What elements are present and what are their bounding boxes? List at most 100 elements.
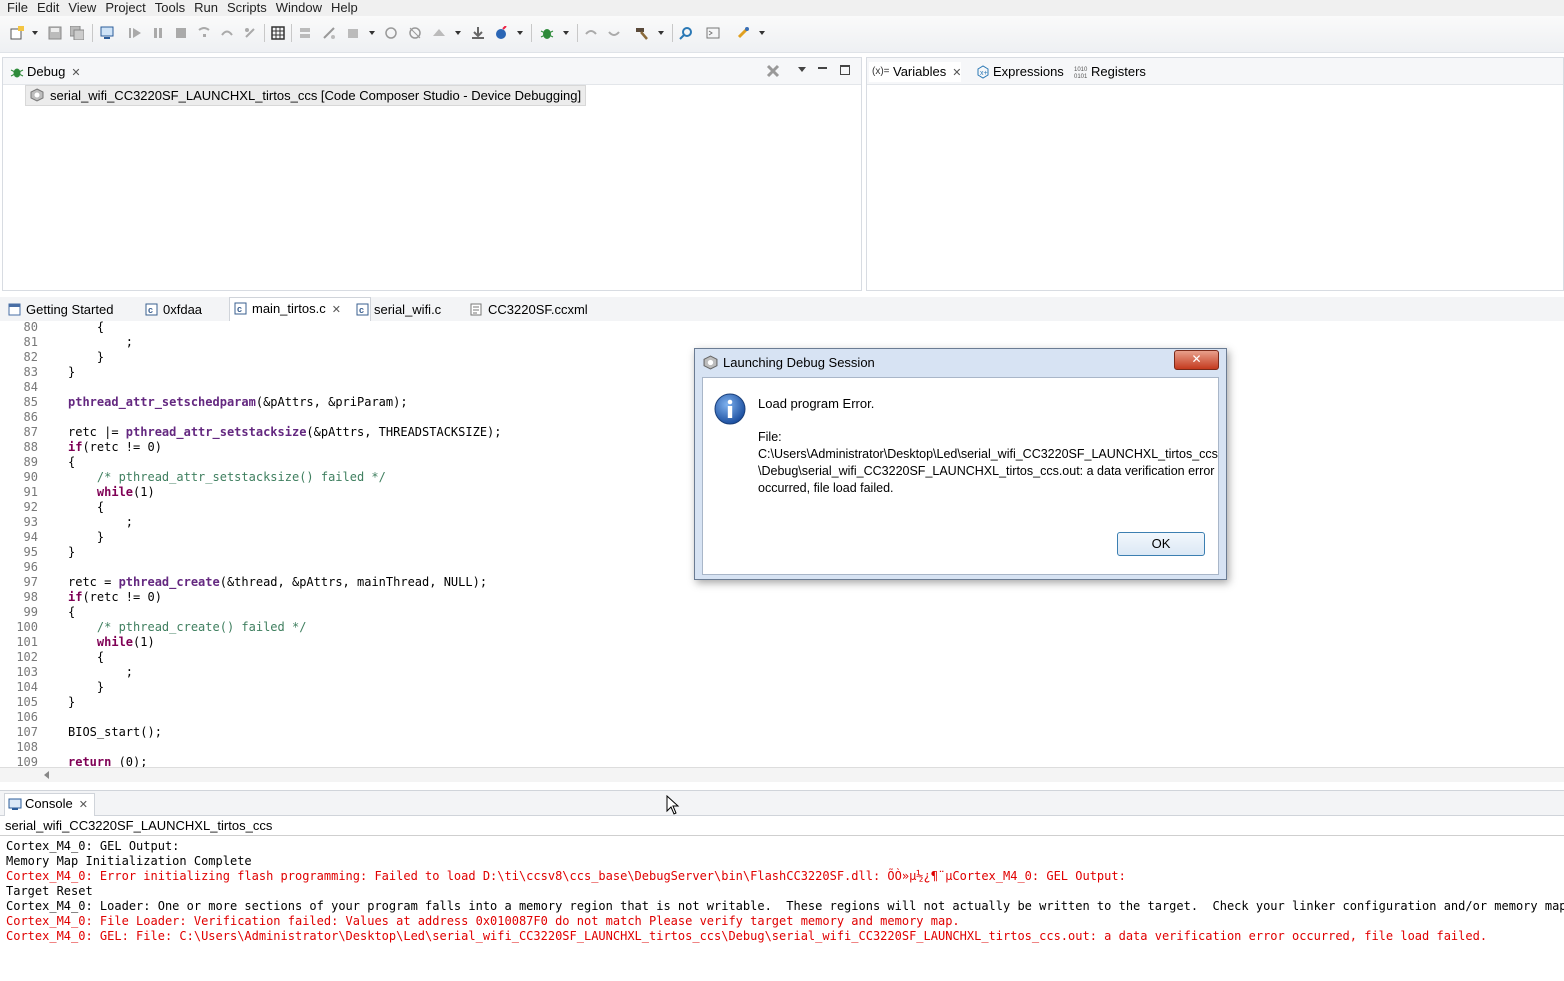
save-icon[interactable] <box>48 26 62 40</box>
code-line[interactable]: /* pthread_create() failed */ <box>68 620 307 635</box>
tab-variables[interactable]: (x)= Variables ✕ <box>869 62 962 83</box>
menu-window[interactable]: Window <box>272 0 326 16</box>
code-line[interactable]: if(retc != 0) <box>68 590 162 605</box>
step-asm-over-icon[interactable] <box>607 26 621 40</box>
tab-expressions[interactable]: x+ Expressions <box>973 62 1064 82</box>
menu-view[interactable]: View <box>64 0 100 16</box>
step-asm-into-icon[interactable] <box>584 26 598 40</box>
view-menu-icon[interactable] <box>798 67 806 72</box>
asm-step-icon[interactable] <box>298 26 312 40</box>
step-over-icon[interactable] <box>220 26 234 40</box>
code-line[interactable]: ; <box>68 335 133 350</box>
c-file-icon: c <box>234 302 247 315</box>
code-line[interactable]: } <box>68 695 75 710</box>
debug-view-icon[interactable] <box>100 26 114 40</box>
code-line[interactable]: { <box>68 605 75 620</box>
new-icon[interactable] <box>10 26 24 40</box>
ok-button[interactable]: OK <box>1117 532 1205 556</box>
menu-project[interactable]: Project <box>101 0 149 16</box>
minimize-icon[interactable] <box>818 67 827 69</box>
dialog-close-button[interactable]: ✕ <box>1174 350 1219 370</box>
step-into-icon[interactable] <box>197 26 211 40</box>
profile-dropdown-icon[interactable] <box>455 31 461 35</box>
maximize-icon[interactable] <box>840 65 850 75</box>
remove-all-terminated-icon[interactable] <box>765 63 781 79</box>
breakpoint-icon[interactable] <box>384 26 398 40</box>
build-hammer-icon[interactable] <box>635 26 649 40</box>
reset-icon[interactable] <box>322 26 336 40</box>
code-line[interactable]: } <box>68 545 75 560</box>
close-icon[interactable]: ✕ <box>332 299 341 321</box>
code-line[interactable]: ; <box>68 665 133 680</box>
tab-ccxml[interactable]: CC3220SF.ccxml <box>466 299 618 321</box>
search-icon[interactable] <box>679 26 693 40</box>
menu-help[interactable]: Help <box>327 0 362 16</box>
menu-run[interactable]: Run <box>190 0 222 16</box>
quick-access-dropdown-icon[interactable] <box>759 31 765 35</box>
code-line[interactable]: retc |= pthread_attr_setstacksize(&pAttr… <box>68 425 502 440</box>
menu-tools[interactable]: Tools <box>151 0 189 16</box>
debug-bug-icon[interactable] <box>540 26 554 40</box>
terminate-icon[interactable] <box>174 26 188 40</box>
flash-dropdown-icon[interactable] <box>517 31 523 35</box>
save-all-icon[interactable] <box>70 26 84 40</box>
line-number: 84 <box>23 380 38 394</box>
code-line[interactable]: } <box>68 365 75 380</box>
resume-icon[interactable] <box>128 26 142 40</box>
menu-scripts[interactable]: Scripts <box>223 0 271 16</box>
tab-getting-started[interactable]: Getting Started <box>4 299 144 321</box>
editor-horizontal-scrollbar[interactable] <box>0 767 1564 782</box>
flash-icon[interactable] <box>494 26 508 40</box>
dialog-file-info: File: C:\Users\Administrator\Desktop\Led… <box>758 429 1218 497</box>
code-line[interactable]: ; <box>68 515 133 530</box>
xml-file-icon <box>470 303 482 316</box>
code-line[interactable]: return (0); <box>68 755 147 767</box>
menu-file[interactable]: File <box>3 0 32 16</box>
code-line[interactable]: if(retc != 0) <box>68 440 162 455</box>
tab-registers[interactable]: 1010 0101 Registers <box>1071 62 1146 82</box>
debug-dropdown-icon[interactable] <box>563 31 569 35</box>
line-number: 99 <box>23 605 38 619</box>
tab-main-tirtos[interactable]: c main_tirtos.c ✕ <box>229 297 371 322</box>
close-icon[interactable]: ✕ <box>79 795 88 815</box>
restart-icon[interactable] <box>346 26 360 40</box>
step-return-icon[interactable] <box>243 26 257 40</box>
build-dropdown-icon[interactable] <box>658 31 664 35</box>
restart-dropdown-icon[interactable] <box>369 31 375 35</box>
profile-icon[interactable] <box>432 26 446 40</box>
line-number: 100 <box>16 620 38 634</box>
code-line[interactable]: while(1) <box>68 485 155 500</box>
menu-edit[interactable]: Edit <box>33 0 63 16</box>
tab-console[interactable]: Console ✕ <box>4 793 95 816</box>
code-line[interactable]: } <box>68 680 104 695</box>
terminal-icon[interactable] <box>706 26 720 40</box>
tab-debug[interactable]: Debug ✕ <box>7 62 81 82</box>
close-icon[interactable]: ✕ <box>952 63 961 83</box>
code-line[interactable]: while(1) <box>68 635 155 650</box>
new-dropdown-icon[interactable] <box>32 31 38 35</box>
tab-label: main_tirtos.c <box>252 301 326 316</box>
scroll-left-icon[interactable] <box>44 771 49 779</box>
suspend-icon[interactable] <box>151 26 165 40</box>
code-line[interactable]: /* pthread_attr_setstacksize() failed */ <box>68 470 386 485</box>
code-line[interactable]: } <box>68 530 104 545</box>
code-line[interactable]: { <box>68 650 104 665</box>
code-line[interactable]: pthread_attr_setschedparam(&pAttrs, &pri… <box>68 395 408 410</box>
code-line[interactable]: retc = pthread_create(&thread, &pAttrs, … <box>68 575 487 590</box>
line-number: 89 <box>23 455 38 469</box>
memory-browser-icon[interactable] <box>271 26 285 40</box>
tab-0xfdaa[interactable]: c 0xfdaa <box>141 299 233 321</box>
code-line[interactable]: BIOS_start(); <box>68 725 162 740</box>
tab-serial-wifi[interactable]: c serial_wifi.c <box>352 299 474 321</box>
quick-access-rocket-icon[interactable] <box>736 26 750 40</box>
load-program-icon[interactable] <box>471 26 485 40</box>
code-line[interactable]: } <box>68 350 104 365</box>
debug-session-label: serial_wifi_CC3220SF_LAUNCHXL_tirtos_ccs… <box>50 88 582 103</box>
debug-session-item[interactable]: serial_wifi_CC3220SF_LAUNCHXL_tirtos_ccs… <box>25 85 587 106</box>
code-line[interactable]: { <box>68 455 75 470</box>
code-line[interactable]: { <box>68 321 104 335</box>
skip-breakpoints-icon[interactable] <box>408 26 422 40</box>
code-line[interactable]: { <box>68 500 104 515</box>
close-icon[interactable]: ✕ <box>71 63 80 83</box>
launching-debug-session-dialog: Launching Debug Session ✕ Load program E… <box>694 348 1227 580</box>
